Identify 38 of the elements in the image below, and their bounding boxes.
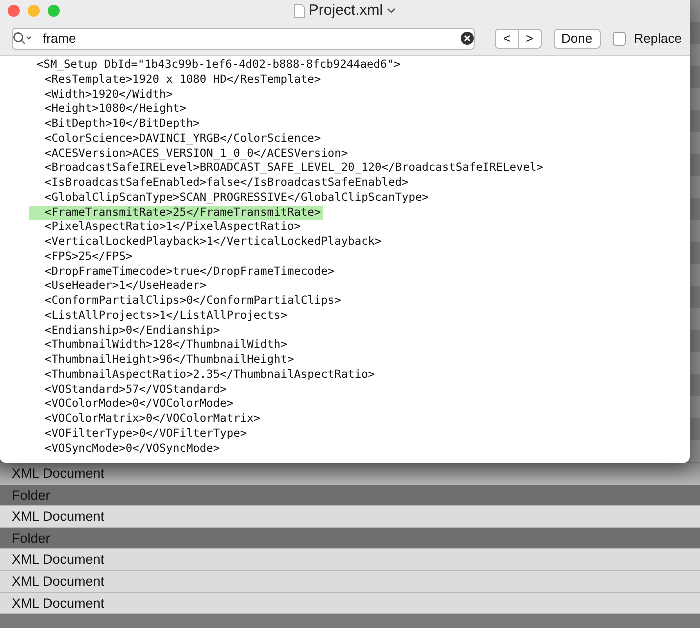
code-line: <PixelAspectRatio>1</PixelAspectRatio> [45, 220, 301, 235]
code-line: <GlobalClipScanType>SCAN_PROGRESSIVE</GlobalClipScanType> [45, 190, 429, 206]
code-line: <VOColorMode>0</VOColorMode> [45, 397, 234, 412]
file-list-row[interactable]: XML Document [0, 549, 700, 571]
code-line: <UseHeader>1</UseHeader> [45, 279, 207, 294]
previous-button[interactable]: < [495, 28, 519, 48]
code-line: <ConformPartialClips>0</ConformPartialClips> [45, 294, 342, 309]
file-list-row[interactable]: XML Document [0, 570, 700, 593]
file-list-row[interactable]: XML Document [0, 592, 700, 614]
code-line: <BroadcastSafeIRELevel>BROADCAST_SAFE_LEVEL_20_120</BroadcastSafeIRELevel> [45, 161, 544, 176]
code-line: <VerticalLockedPlayback>1</VerticalLockedPlayback> [45, 235, 382, 250]
file-list-row[interactable]: XML Document [0, 463, 700, 485]
code-line: <VOFilterType>0</VOFilterType> [45, 426, 248, 442]
code-line: <ThumbnailWidth>128</ThumbnailWidth> [45, 338, 288, 353]
file-list-row[interactable]: Folder [0, 484, 700, 506]
code-line: <IsBroadcastSafeEnabled>false</IsBroadcastSafeEnabled> [45, 176, 409, 191]
file-list-row[interactable]: Folder [0, 528, 700, 550]
code-line: <Width>1920</Width> [45, 88, 173, 102]
code-line: <VOStandard>57</VOStandard> [45, 382, 227, 398]
code-line: <DropFrameTimecode>true</DropFrameTimecode> [45, 264, 335, 280]
code-line: <ThumbnailHeight>96</ThumbnailHeight> [45, 353, 294, 368]
code-line: <SM_Setup DbId="1b43c99b-1ef6-4d02-b888-8fcb9244aed6"> [37, 58, 401, 73]
code-line: <VOSyncMode>0</VOSyncMode> [45, 442, 220, 456]
next-button[interactable]: > [518, 28, 542, 48]
code-line: <Endianship>0</Endianship> [45, 324, 220, 338]
code-line: <ColorScience>DAVINCI_YRGB</ColorScience> [45, 132, 322, 146]
code-line: <ResTemplate>1920 x 1080 HD</ResTemplate> [45, 72, 322, 88]
window-title: Project.xml [308, 0, 384, 21]
code-line: <FPS>25</FPS> [45, 250, 133, 264]
code-line: <BitDepth>10</BitDepth> [45, 117, 200, 132]
replace-label: Replace [634, 30, 682, 48]
done-button[interactable]: Done [554, 28, 601, 48]
code-line: <ListAllProjects>1</ListAllProjects> [45, 308, 288, 324]
code-line: <VOColorMatrix>0</VOColorMatrix> [45, 412, 261, 427]
code-line: <ThumbnailAspectRatio>2.35</ThumbnailAspectRatio> [45, 368, 376, 382]
code-line: <ACESVersion>ACES_VERSION_1_0_0</ACESVersion> [45, 146, 348, 162]
file-list-row[interactable]: XML Document [0, 506, 700, 528]
code-line: <Height>1080</Height> [45, 102, 186, 117]
